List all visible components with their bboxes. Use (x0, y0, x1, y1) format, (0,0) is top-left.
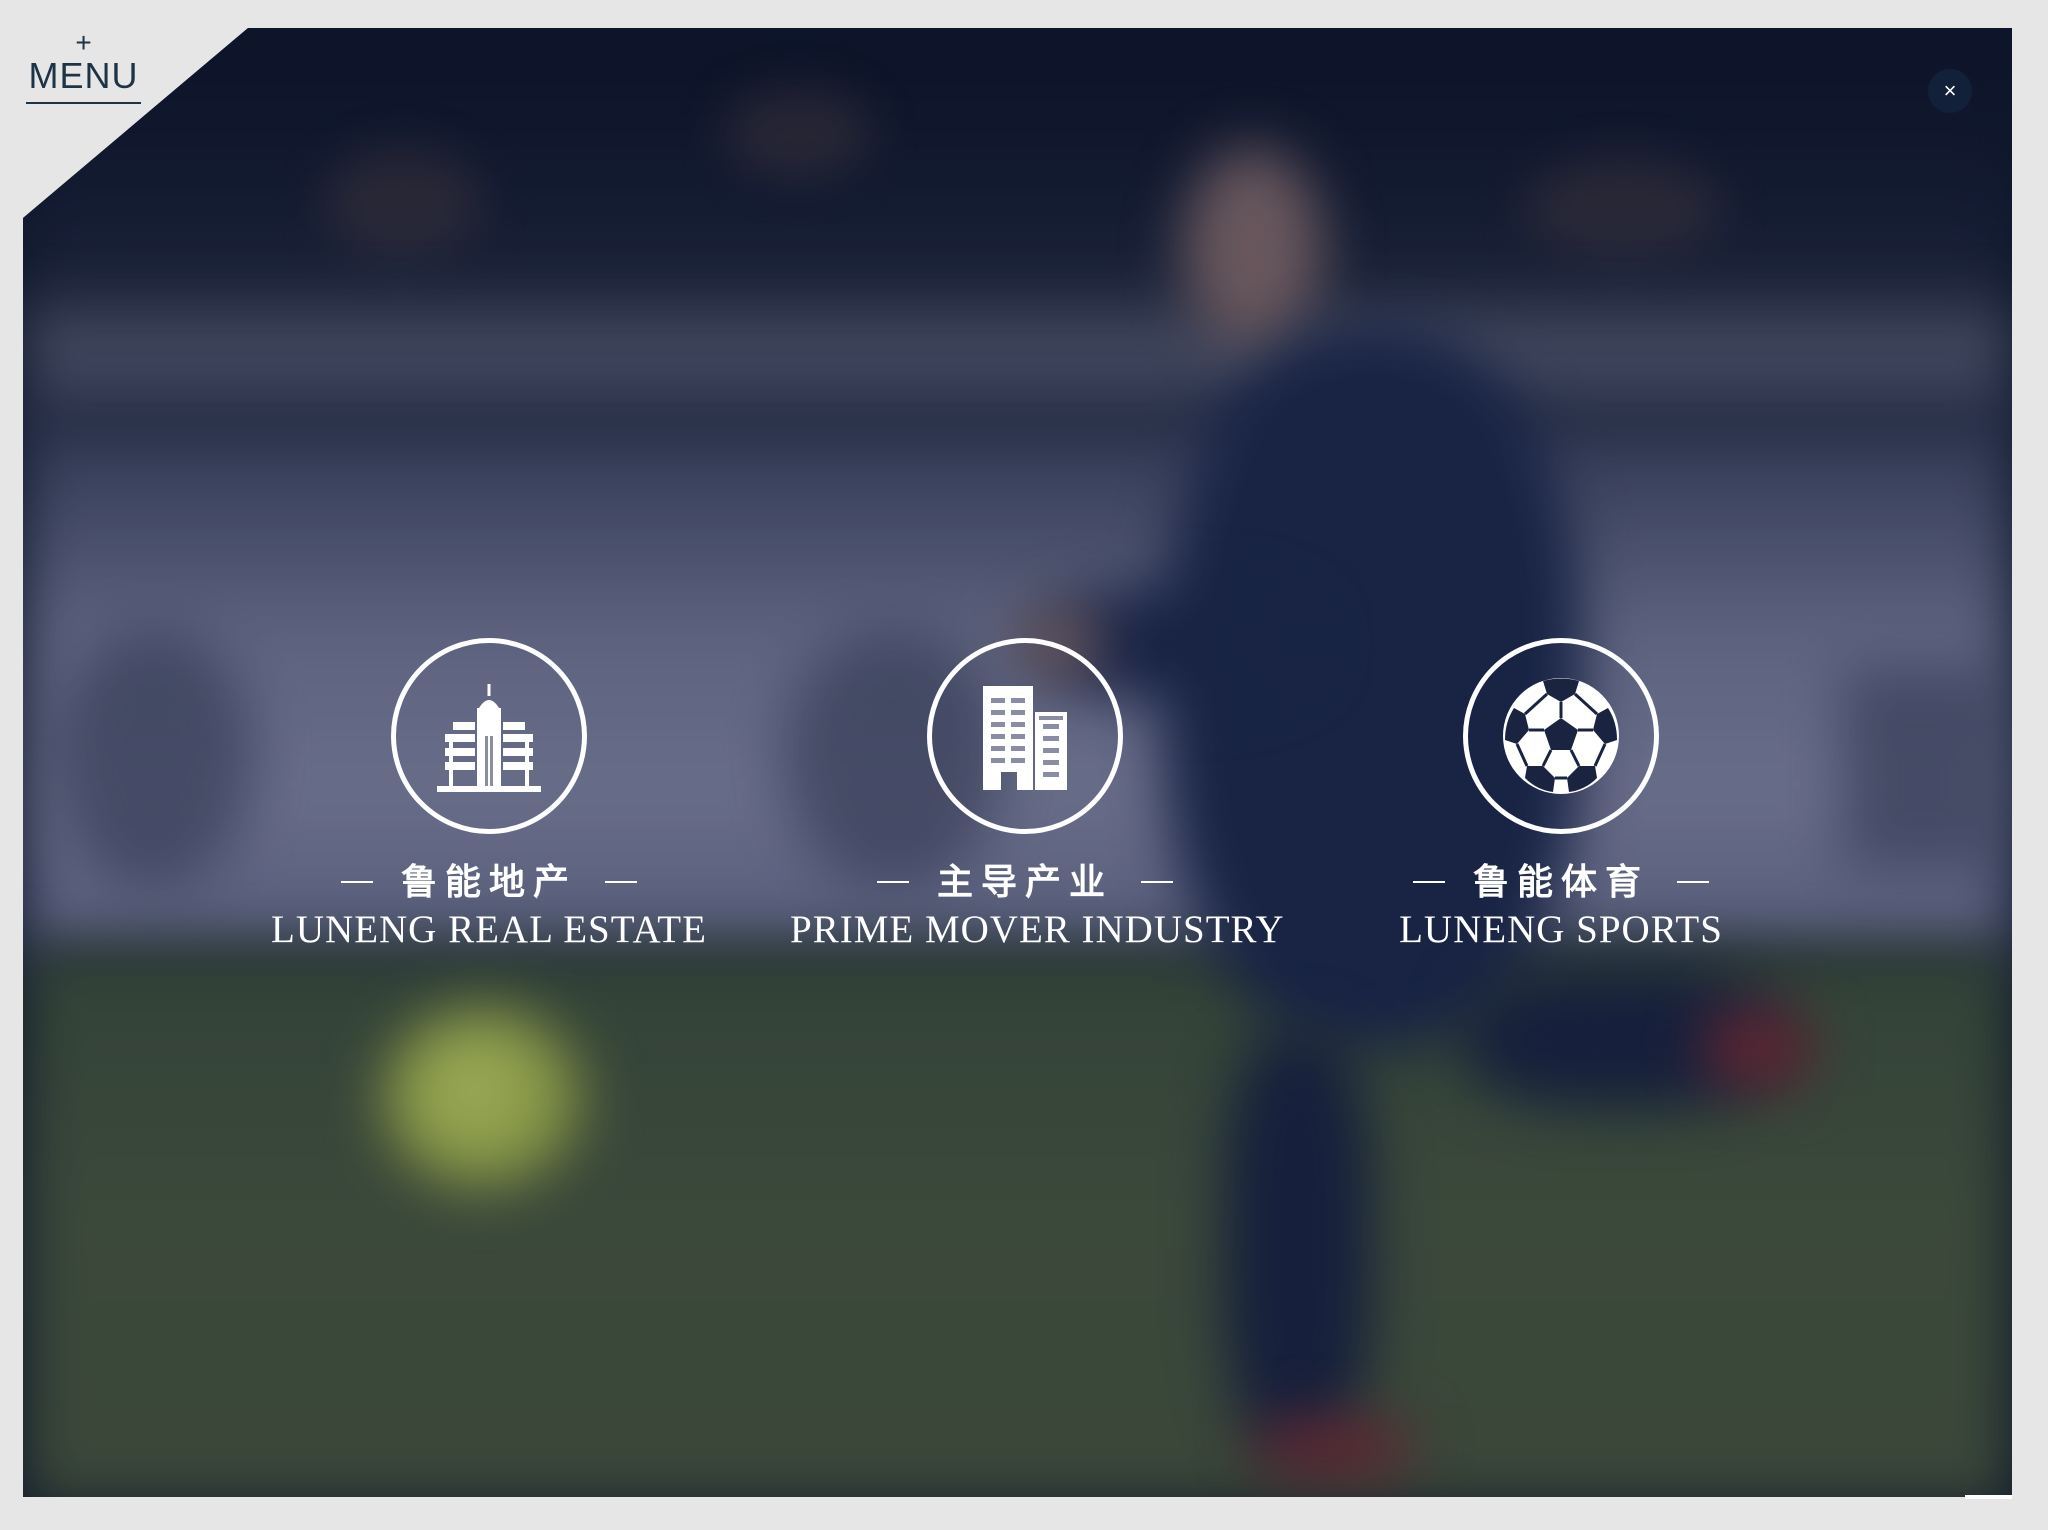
business-en-title: LUNENG SPORTS (1399, 908, 1723, 951)
business-cn-line: 鲁能体育 (1326, 862, 1796, 902)
business-icon-circle (391, 638, 587, 834)
left-dash (876, 881, 909, 883)
plus-icon: + (75, 27, 92, 58)
right-dash (1141, 881, 1173, 883)
left-dash (340, 881, 373, 883)
business-icon-circle (927, 638, 1123, 834)
right-dash (605, 881, 637, 883)
business-cn-line: 鲁能地产 (254, 862, 724, 902)
close-button[interactable]: × (1928, 69, 1972, 113)
business-cn-title: 鲁能体育 (1472, 861, 1649, 903)
left-dash (1412, 881, 1445, 883)
corner-notch (1965, 1495, 2012, 1499)
business-en-title: PRIME MOVER INDUSTRY (790, 908, 1285, 951)
business-cn-line: 主导产业 (790, 862, 1260, 902)
business-sports[interactable]: 鲁能体育 LUNENG SPORTS (1326, 638, 1796, 952)
close-icon: × (1943, 78, 1957, 103)
business-prime-mover-industry[interactable]: 主导产业 PRIME MOVER INDUSTRY (790, 638, 1285, 952)
business-en-title: LUNENG REAL ESTATE (271, 908, 707, 951)
right-dash (1677, 881, 1709, 883)
business-icon-circle (1463, 638, 1659, 834)
building-icon (437, 684, 541, 792)
menu-button[interactable]: + MENU (26, 27, 141, 104)
menu-label: MENU (26, 56, 141, 104)
business-cn-title: 鲁能地产 (400, 861, 577, 903)
office-building-icon (983, 686, 1067, 790)
soccer-ball-icon (1503, 678, 1619, 794)
business-real-estate[interactable]: 鲁能地产 LUNENG REAL ESTATE (254, 638, 724, 952)
business-cn-title: 主导产业 (936, 861, 1113, 903)
